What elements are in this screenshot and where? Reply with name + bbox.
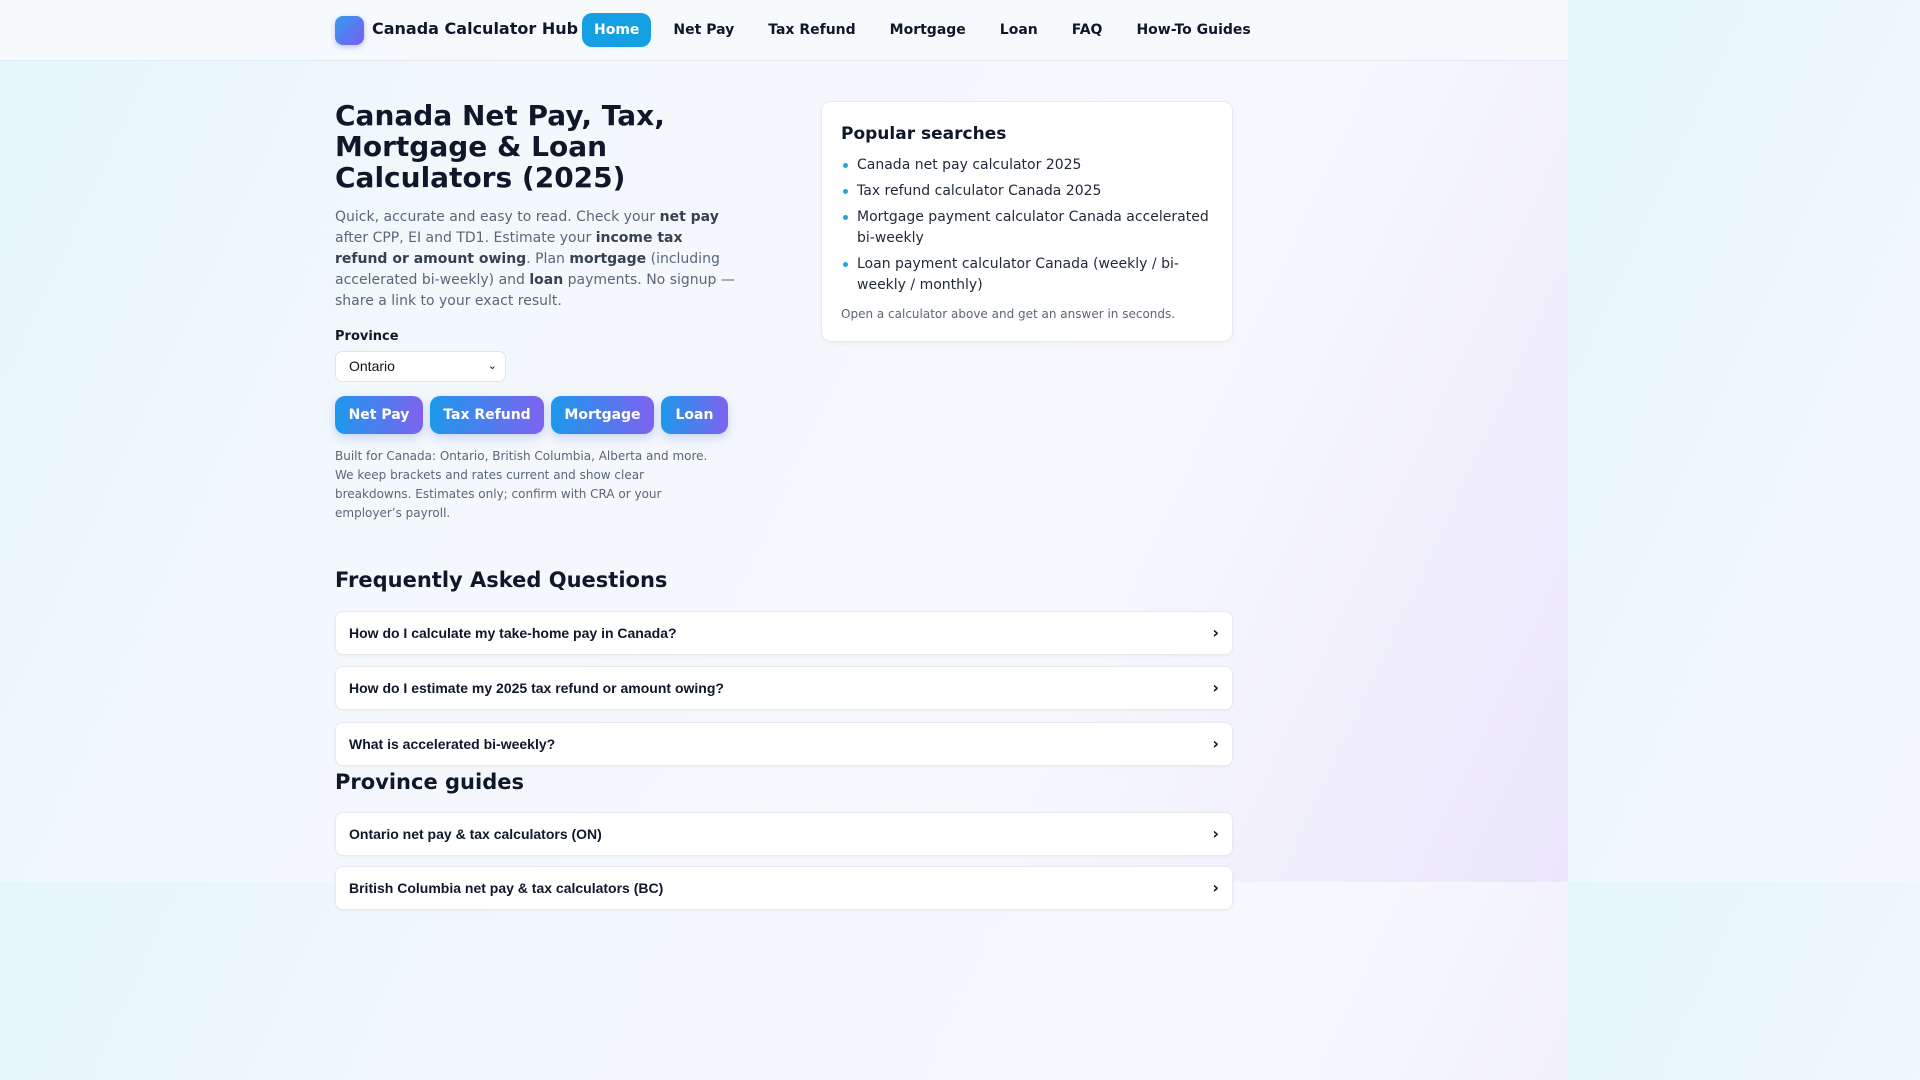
list-item[interactable]: Loan payment calculator Canada (weekly /…: [841, 254, 1221, 296]
nav-how-to-guides[interactable]: How-To Guides: [1124, 13, 1262, 47]
chevron-right-icon: ›: [1212, 824, 1219, 843]
chevron-right-icon: ›: [1212, 734, 1219, 753]
faq-question: How do I estimate my 2025 tax refund or …: [349, 680, 724, 696]
province-select-value: Ontario: [349, 358, 395, 374]
faq-item[interactable]: How do I calculate my take-home pay in C…: [335, 611, 1233, 655]
faq-question: What is accelerated bi-weekly?: [349, 736, 556, 752]
bullet-icon: [843, 215, 848, 220]
province-guide-item[interactable]: Ontario net pay & tax calculators (ON) ›: [335, 812, 1233, 856]
province-label: Province: [335, 329, 399, 344]
main-nav: Home Net Pay Tax Refund Mortgage Loan FA…: [582, 13, 1273, 47]
popular-searches-card: Popular searches Canada net pay calculat…: [821, 101, 1233, 342]
nav-net-pay[interactable]: Net Pay: [661, 13, 746, 47]
chevron-down-icon: ⌄: [487, 360, 497, 372]
hero-desc-text: after CPP, EI and TD1. Estimate your: [335, 230, 596, 246]
faq-question: How do I calculate my take-home pay in C…: [349, 625, 677, 641]
province-guides-heading: Province guides: [335, 770, 524, 794]
faq-item[interactable]: What is accelerated bi-weekly? ›: [335, 722, 1233, 766]
nav-mortgage[interactable]: Mortgage: [878, 13, 978, 47]
tax-refund-button[interactable]: Tax Refund: [430, 396, 544, 434]
bullet-icon: [843, 189, 848, 194]
nav-loan[interactable]: Loan: [988, 13, 1050, 47]
hero-disclaimer: Built for Canada: Ontario, British Colum…: [335, 449, 708, 520]
bullet-icon: [843, 262, 848, 267]
province-guide-title: British Columbia net pay & tax calculato…: [349, 880, 664, 896]
nav-home[interactable]: Home: [582, 13, 652, 47]
bullet-icon: [843, 163, 848, 168]
list-item[interactable]: Canada net pay calculator 2025: [841, 155, 1221, 176]
province-guide-title: Ontario net pay & tax calculators (ON): [349, 826, 602, 842]
hero-desc-bold: loan: [529, 272, 564, 288]
province-select[interactable]: Ontario ⌄: [335, 351, 506, 382]
site-header: Canada Calculator Hub Home Net Pay Tax R…: [0, 0, 1568, 61]
nav-faq[interactable]: FAQ: [1060, 13, 1115, 47]
chevron-right-icon: ›: [1212, 878, 1219, 897]
hero-desc-text: . Plan: [526, 251, 570, 267]
chevron-right-icon: ›: [1212, 678, 1219, 697]
list-item[interactable]: Mortgage payment calculator Canada accel…: [841, 207, 1221, 249]
hero-desc-bold: net pay: [659, 209, 719, 225]
province-guide-item[interactable]: British Columbia net pay & tax calculato…: [335, 866, 1233, 910]
mortgage-button[interactable]: Mortgage: [551, 396, 654, 434]
popular-search-text: Mortgage payment calculator Canada accel…: [857, 209, 1209, 246]
popular-searches-list: Canada net pay calculator 2025 Tax refun…: [841, 155, 1221, 301]
net-pay-button[interactable]: Net Pay: [335, 396, 423, 434]
calculator-buttons: Net Pay Tax Refund Mortgage Loan: [335, 396, 735, 434]
popular-search-text: Canada net pay calculator 2025: [857, 157, 1082, 173]
logo-icon[interactable]: [335, 16, 364, 45]
list-item[interactable]: Tax refund calculator Canada 2025: [841, 181, 1221, 202]
nav-tax-refund[interactable]: Tax Refund: [756, 13, 867, 47]
popular-search-text: Loan payment calculator Canada (weekly /…: [857, 256, 1179, 293]
hero-description: Quick, accurate and easy to read. Check …: [335, 207, 735, 312]
brand-name[interactable]: Canada Calculator Hub: [372, 19, 578, 38]
faq-item[interactable]: How do I estimate my 2025 tax refund or …: [335, 666, 1233, 710]
popular-searches-title: Popular searches: [841, 124, 1007, 144]
hero-desc-text: Quick, accurate and easy to read. Check …: [335, 209, 660, 225]
loan-button[interactable]: Loan: [661, 396, 728, 434]
faq-heading: Frequently Asked Questions: [335, 568, 668, 592]
hero-desc-bold: mortgage: [569, 251, 647, 267]
chevron-right-icon: ›: [1212, 623, 1219, 642]
popular-searches-note: Open a calculator above and get an answe…: [841, 307, 1176, 321]
page-title: Canada Net Pay, Tax, Mortgage & Loan Cal…: [335, 99, 665, 194]
popular-search-text: Tax refund calculator Canada 2025: [857, 183, 1102, 199]
